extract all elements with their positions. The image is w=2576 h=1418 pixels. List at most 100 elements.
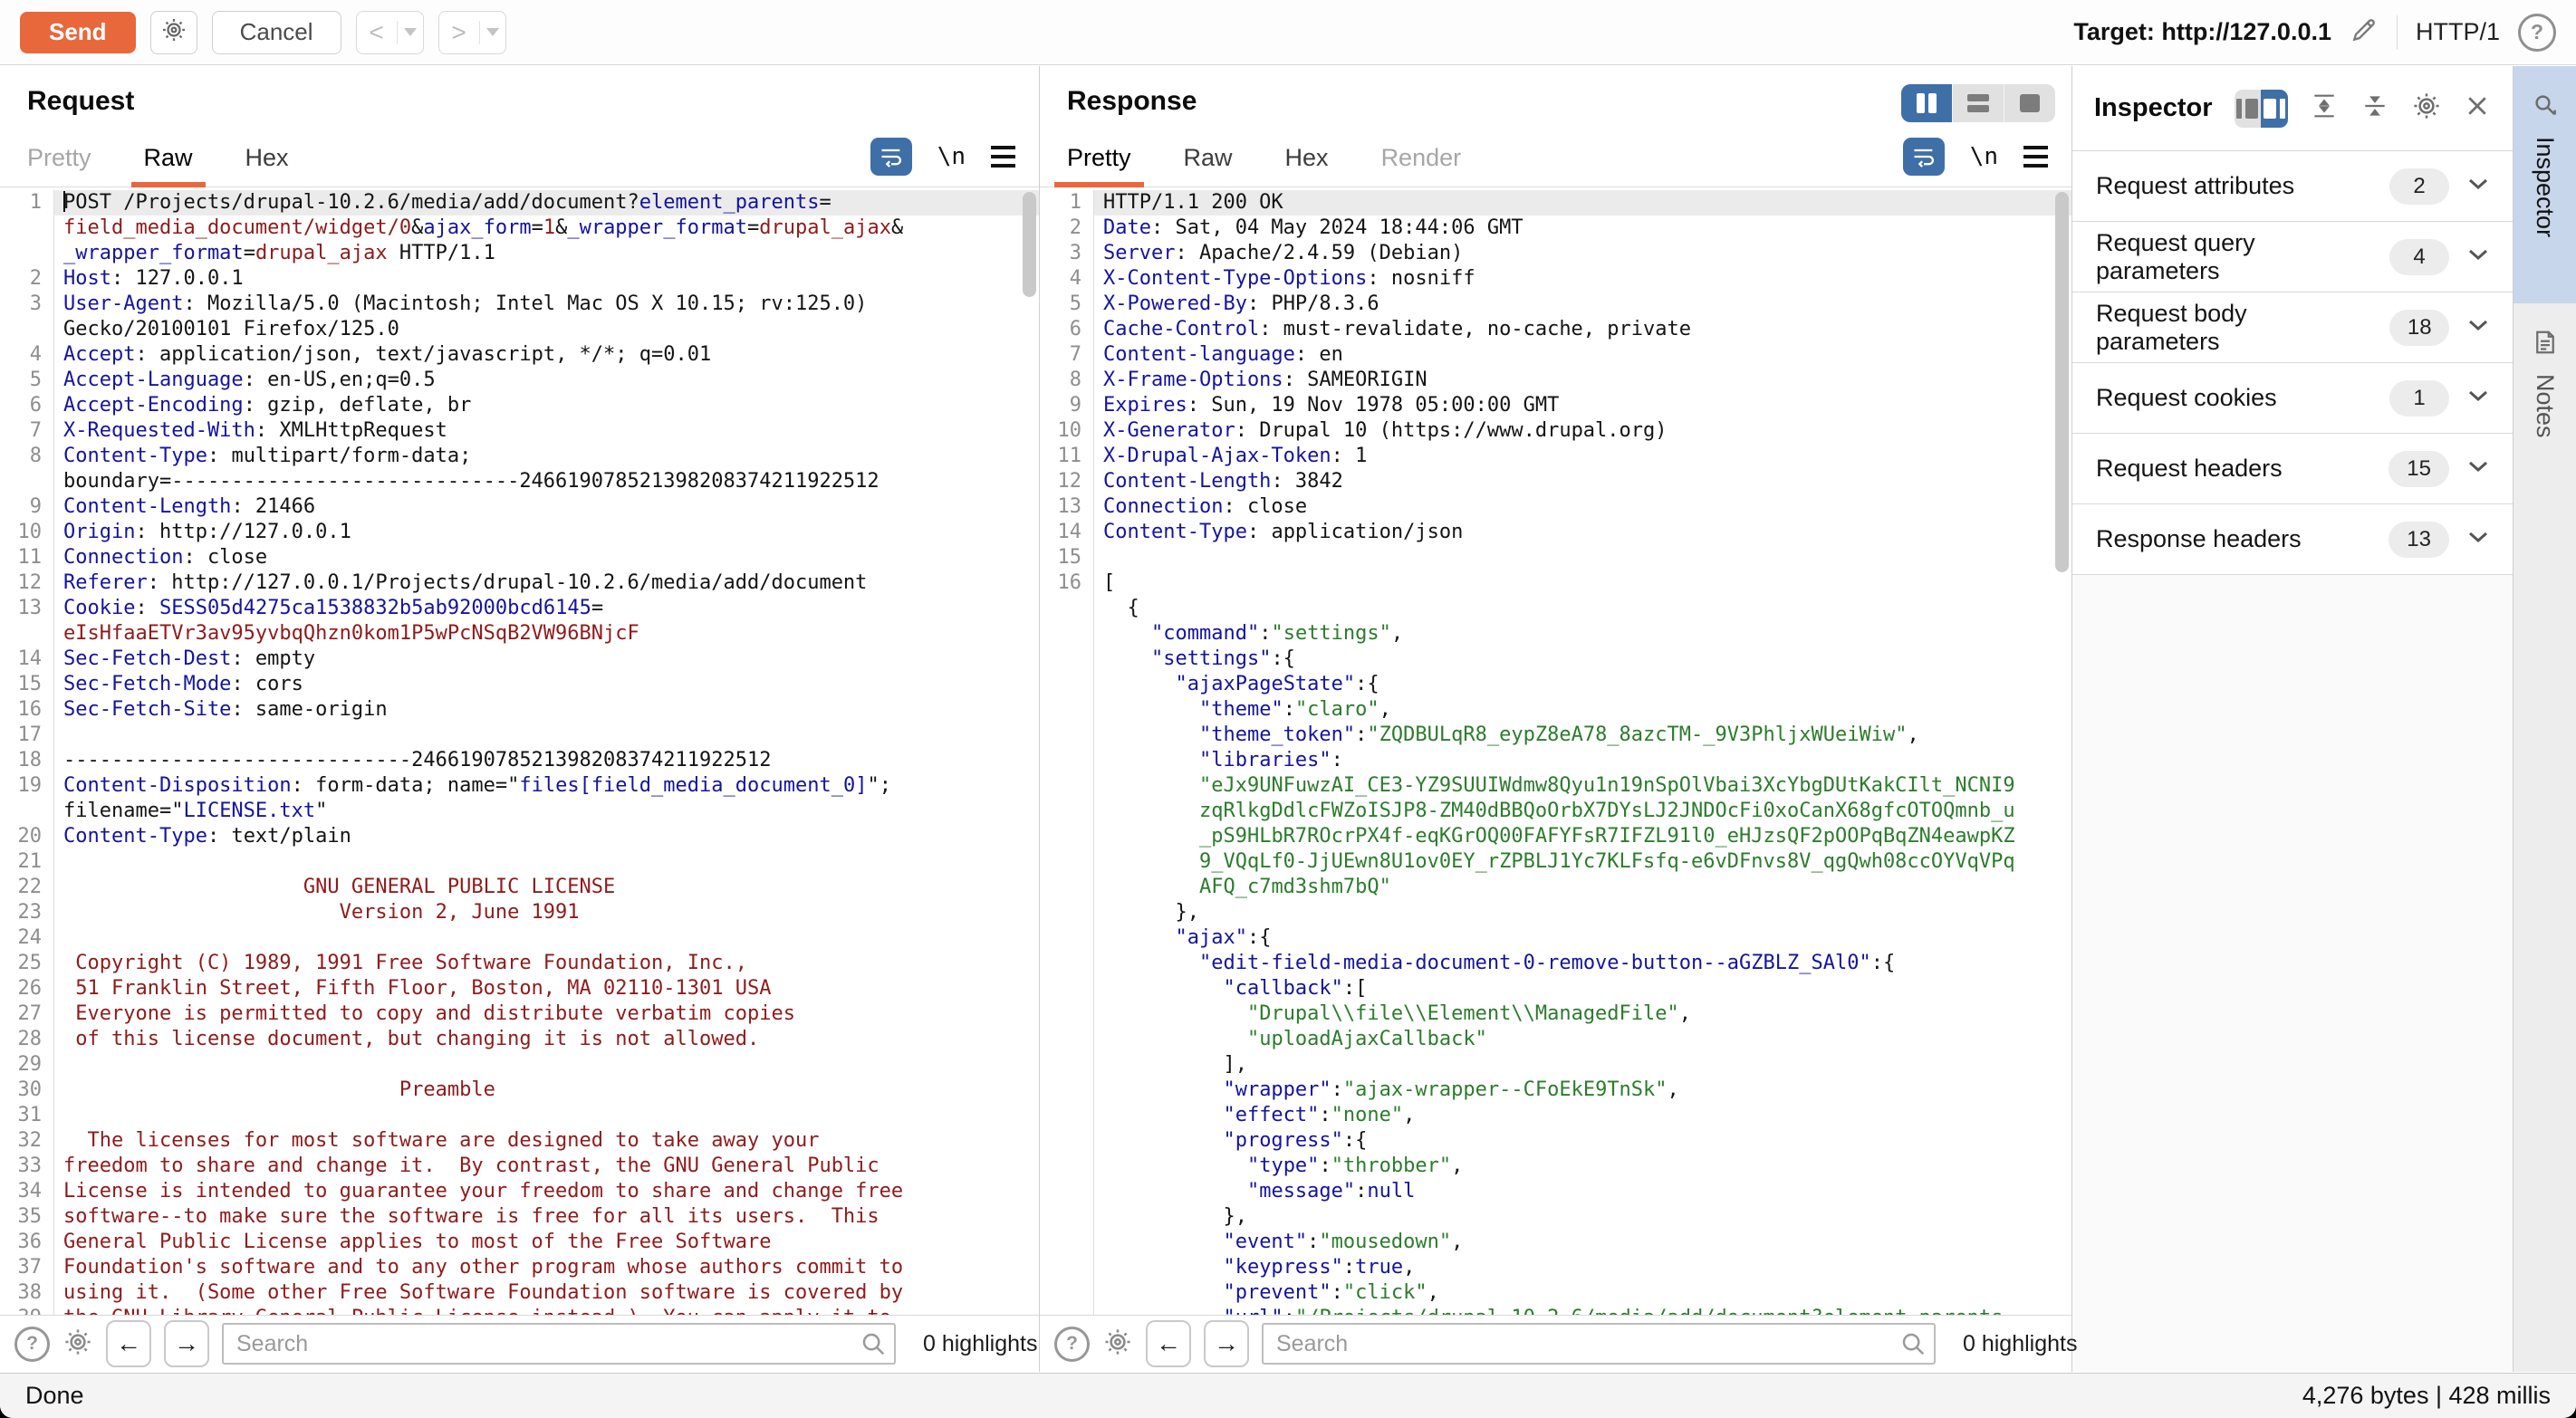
code-line[interactable]: "event":"mousedown", [1040,1230,2071,1255]
code-line[interactable]: 9Expires: Sun, 19 Nov 1978 05:00:00 GMT [1040,393,2071,418]
code-line[interactable]: 3User-Agent: Mozilla/5.0 (Macintosh; Int… [0,292,1039,317]
code-line[interactable]: 16[ [1040,570,2071,596]
show-newlines-toggle[interactable]: \n [937,143,966,170]
search-next-button[interactable]: → [1204,1320,1249,1367]
code-line[interactable]: ], [1040,1052,2071,1078]
tab-request-pretty[interactable]: Pretty [27,144,91,187]
code-line[interactable]: 3Server: Apache/2.4.59 (Debian) [1040,241,2071,266]
code-line[interactable]: 24 [0,925,1039,951]
code-line[interactable]: 25 Copyright (C) 1989, 1991 Free Softwar… [0,951,1039,976]
tab-response-pretty[interactable]: Pretty [1067,144,1131,187]
tab-response-render[interactable]: Render [1381,144,1462,187]
inspector-section-request-body-parameters[interactable]: Request body parameters18 [2072,292,2513,363]
code-line[interactable]: "wrapper":"ajax-wrapper--CFoEkE9TnSk", [1040,1078,2071,1103]
prev-dropdown[interactable] [398,28,423,36]
code-line[interactable]: 11Connection: close [0,545,1039,570]
code-line[interactable]: "eJx9UNFuwzAI_CE3-YZ9SUUIWdmw8Qyu1n19nSp… [1040,773,2071,799]
code-line[interactable]: Gecko/20100101 Firefox/125.0 [0,317,1039,342]
search-help-icon[interactable]: ? [14,1327,50,1362]
next-request-button[interactable]: > [438,11,506,54]
response-editor[interactable]: 1HTTP/1.1 200 OK2Date: Sat, 04 May 2024 … [1040,187,2071,1315]
code-line[interactable]: _pS9HLbR7ROcrPX4f-eqKGrOQ00FAFYFsR7IFZL9… [1040,824,2071,849]
word-wrap-toggle[interactable] [870,138,912,176]
code-line[interactable]: "type":"throbber", [1040,1154,2071,1179]
next-dropdown[interactable] [480,28,505,36]
search-help-icon[interactable]: ? [1054,1327,1090,1362]
code-line[interactable]: AFQ_c7md3shm7bQ" [1040,875,2071,900]
code-line[interactable]: 26 51 Franklin Street, Fifth Floor, Bost… [0,976,1039,1001]
code-line[interactable]: 12Content-Length: 3842 [1040,469,2071,494]
request-editor[interactable]: 1POST /Projects/drupal-10.2.6/media/add/… [0,187,1039,1315]
code-line[interactable]: zqRlkgDdlcFWZoISJP8-ZM40dBBQoOrbX7DYsLJ2… [1040,799,2071,824]
search-input[interactable] [1262,1323,1936,1365]
code-line[interactable]: 27 Everyone is permitted to copy and dis… [0,1001,1039,1027]
code-line[interactable]: 23 Version 2, June 1991 [0,900,1039,925]
search-input[interactable] [222,1323,896,1365]
code-line[interactable]: 15 [1040,545,2071,570]
code-line[interactable]: 36General Public License applies to most… [0,1230,1039,1255]
code-line[interactable]: 11X-Drupal-Ajax-Token: 1 [1040,444,2071,469]
request-scrollbar[interactable] [1023,192,1036,297]
code-line[interactable]: 33freedom to share and change it. By con… [0,1154,1039,1179]
show-newlines-toggle[interactable]: \n [1970,143,1998,170]
code-line[interactable]: 12Referer: http://127.0.0.1/Projects/dru… [0,570,1039,596]
code-line[interactable]: 8X-Frame-Options: SAMEORIGIN [1040,368,2071,393]
code-line[interactable]: "edit-field-media-document-0-remove-butt… [1040,951,2071,976]
code-line[interactable]: 32 The licenses for most software are de… [0,1128,1039,1154]
dock-left-button[interactable] [2235,90,2262,128]
code-line[interactable]: _wrapper_format=drupal_ajax HTTP/1.1 [0,241,1039,266]
code-line[interactable]: 29 [0,1052,1039,1078]
layout-single-button[interactable] [2004,84,2055,122]
code-line[interactable]: 7X-Requested-With: XMLHttpRequest [0,418,1039,444]
side-tab-notes[interactable]: Notes [2514,303,2576,512]
code-line[interactable]: 10X-Generator: Drupal 10 (https://www.dr… [1040,418,2071,444]
code-line[interactable]: 31 [0,1103,1039,1128]
code-line[interactable]: 20Content-Type: text/plain [0,824,1039,849]
code-line[interactable]: "effect":"none", [1040,1103,2071,1128]
code-line[interactable]: 6Cache-Control: must-revalidate, no-cach… [1040,317,2071,342]
code-line[interactable]: "theme":"claro", [1040,697,2071,723]
code-line[interactable]: "ajaxPageState":{ [1040,672,2071,697]
inspector-section-request-headers[interactable]: Request headers15 [2072,434,2513,504]
send-settings-button[interactable] [150,11,197,54]
code-line[interactable]: eIsHfaaETVr3av95yvbqQhzn0kom1P5wPcNSqB2V… [0,621,1039,647]
code-line[interactable]: "theme_token":"ZQDBULqR8_eypZ8eA78_8azcT… [1040,723,2071,748]
code-line[interactable]: 39the GNU Library General Public License… [0,1306,1039,1315]
code-line[interactable]: 13Cookie: SESS05d4275ca1538832b5ab92000b… [0,596,1039,621]
send-button[interactable]: Send [20,12,136,53]
code-line[interactable]: "callback":[ [1040,976,2071,1001]
code-line[interactable]: 19Content-Disposition: form-data; name="… [0,773,1039,799]
code-line[interactable]: 9_VQqLf0-JjUEwn8U1ov0EY_rZPBLJ1Yc7KLFsfq… [1040,849,2071,875]
code-line[interactable]: 28 of this license document, but changin… [0,1027,1039,1052]
code-line[interactable]: "ajax":{ [1040,925,2071,951]
code-line[interactable]: 22 GNU GENERAL PUBLIC LICENSE [0,875,1039,900]
code-line[interactable]: 2Host: 127.0.0.1 [0,266,1039,292]
code-line[interactable]: 5Accept-Language: en-US,en;q=0.5 [0,368,1039,393]
code-line[interactable]: 14Content-Type: application/json [1040,520,2071,545]
code-line[interactable]: "progress":{ [1040,1128,2071,1154]
code-line[interactable]: "keypress":true, [1040,1255,2071,1280]
code-line[interactable]: { [1040,596,2071,621]
inspector-close-button[interactable] [2464,92,2491,124]
code-line[interactable]: 1POST /Projects/drupal-10.2.6/media/add/… [0,190,1039,216]
code-line[interactable]: 14Sec-Fetch-Dest: empty [0,647,1039,672]
tab-request-hex[interactable]: Hex [245,144,289,187]
code-line[interactable]: "command":"settings", [1040,621,2071,647]
code-line[interactable]: field_media_document/widget/0&ajax_form=… [0,216,1039,241]
code-line[interactable]: 34License is intended to guarantee your … [0,1179,1039,1204]
expand-all-button[interactable] [2310,91,2339,125]
code-line[interactable]: "Drupal\\file\\Element\\ManagedFile", [1040,1001,2071,1027]
search-prev-button[interactable]: ← [106,1320,151,1367]
code-line[interactable]: "settings":{ [1040,647,2071,672]
code-line[interactable]: 1HTTP/1.1 200 OK [1040,190,2071,216]
code-line[interactable]: }, [1040,1204,2071,1230]
inspector-section-request-cookies[interactable]: Request cookies1 [2072,363,2513,434]
layout-columns-button[interactable] [1901,84,1953,122]
code-line[interactable]: boundary=-----------------------------24… [0,469,1039,494]
collapse-all-button[interactable] [2360,91,2389,125]
code-line[interactable]: 21 [0,849,1039,875]
search-prev-button[interactable]: ← [1146,1320,1191,1367]
code-line[interactable]: "message":null [1040,1179,2071,1204]
prev-request-button[interactable]: < [356,11,424,54]
code-line[interactable]: 17 [0,723,1039,748]
